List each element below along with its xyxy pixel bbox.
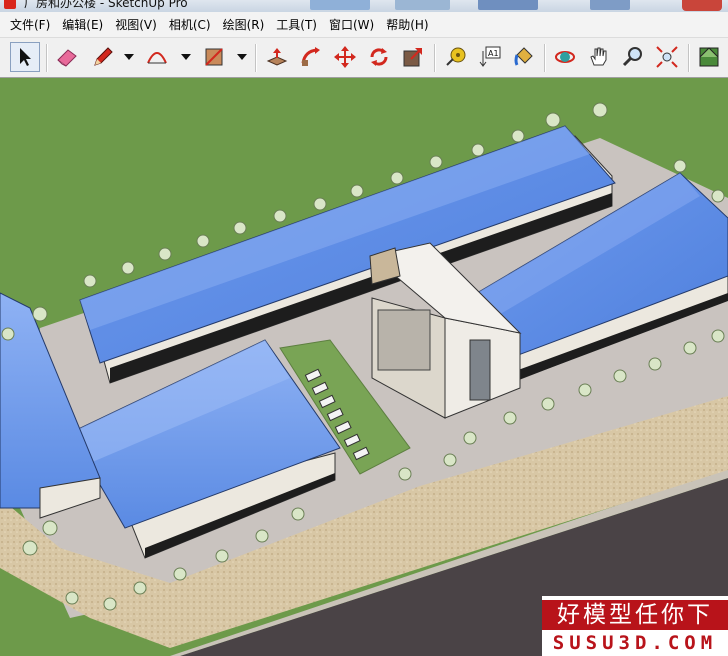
scale-tool-button[interactable]: [398, 42, 428, 72]
taskbar-thumbnail: [310, 0, 370, 10]
menu-view[interactable]: 视图(V): [109, 14, 163, 36]
rectangle-icon: [205, 48, 223, 66]
watermark-site: SUSU3D.COM: [552, 632, 718, 654]
factory-scene: [0, 78, 728, 656]
menu-help[interactable]: 帮助(H): [380, 14, 434, 36]
menu-window[interactable]: 窗口(W): [323, 14, 380, 36]
zoom-tool-button[interactable]: [618, 42, 648, 72]
menu-tools[interactable]: 工具(T): [270, 14, 323, 36]
orbit-icon: [555, 51, 575, 63]
text-tool-button[interactable]: A1: [475, 42, 505, 72]
move-tool-button[interactable]: [330, 42, 360, 72]
select-tool-button[interactable]: [10, 42, 40, 72]
menu-bar: 文件(F) 编辑(E) 视图(V) 相机(C) 绘图(R) 工具(T) 窗口(W…: [0, 12, 728, 38]
text-label-icon: A1: [479, 46, 501, 67]
main-toolbar: A1: [0, 38, 728, 78]
tape-measure-tool-button[interactable]: [441, 42, 471, 72]
taskbar-thumbnail: [590, 0, 630, 10]
follow-me-icon: [301, 47, 320, 66]
sketchup-logo-icon: [4, 0, 16, 9]
tape-measure-icon: [446, 47, 466, 66]
window-title: 厂房和办公楼 - SketchUp Pro: [24, 0, 188, 10]
rotate-icon: [370, 48, 388, 66]
move-icon: [334, 46, 356, 68]
select-arrow-icon: [20, 48, 31, 66]
paint-bucket-icon: [514, 47, 533, 66]
chevron-down-icon[interactable]: [123, 52, 135, 62]
zoom-extents-tool-button[interactable]: [652, 42, 682, 72]
zoom-extents-icon: [656, 46, 678, 68]
pan-icon: [590, 47, 607, 66]
title-bar: 厂房和办公楼 - SketchUp Pro: [0, 0, 728, 12]
close-button[interactable]: [682, 0, 722, 11]
chevron-down-icon[interactable]: [180, 52, 192, 62]
push-pull-icon: [266, 48, 288, 66]
eraser-tool-button[interactable]: [52, 42, 82, 72]
pan-tool-button[interactable]: [584, 42, 614, 72]
push-pull-tool-button[interactable]: [262, 42, 292, 72]
watermark-badge: 好模型任你下 SUSU3D.COM: [542, 596, 728, 656]
menu-edit[interactable]: 编辑(E): [56, 14, 109, 36]
menu-camera[interactable]: 相机(C): [163, 14, 217, 36]
pencil-icon: [94, 47, 113, 66]
toolbar-separator: [46, 44, 48, 72]
watermark-slogan: 好模型任你下: [542, 600, 728, 630]
zoom-icon: [622, 47, 642, 67]
pencil-tool-button[interactable]: [88, 42, 118, 72]
toolbar-separator: [688, 44, 690, 72]
chevron-down-icon[interactable]: [236, 52, 248, 62]
toolbar-separator: [544, 44, 546, 72]
rotate-tool-button[interactable]: [364, 42, 394, 72]
orbit-tool-button[interactable]: [550, 42, 580, 72]
toolbar-separator: [255, 44, 257, 72]
taskbar-thumbnail: [395, 0, 450, 10]
components-icon: [699, 47, 719, 67]
menu-file[interactable]: 文件(F): [4, 14, 56, 36]
model-viewport[interactable]: 好模型任你下 SUSU3D.COM: [0, 78, 728, 656]
paint-bucket-tool-button[interactable]: [509, 42, 539, 72]
arc-tool-button[interactable]: [142, 42, 172, 72]
scale-icon: [403, 48, 422, 67]
menu-draw[interactable]: 绘图(R): [217, 14, 271, 36]
arc-icon: [147, 52, 167, 64]
rectangle-tool-button[interactable]: [199, 42, 229, 72]
follow-me-tool-button[interactable]: [296, 42, 326, 72]
taskbar-thumbnail: [478, 0, 538, 10]
eraser-icon: [57, 49, 77, 67]
components-tool-button[interactable]: [694, 42, 724, 72]
toolbar-separator: [434, 44, 436, 72]
svg-text:A1: A1: [488, 49, 499, 58]
